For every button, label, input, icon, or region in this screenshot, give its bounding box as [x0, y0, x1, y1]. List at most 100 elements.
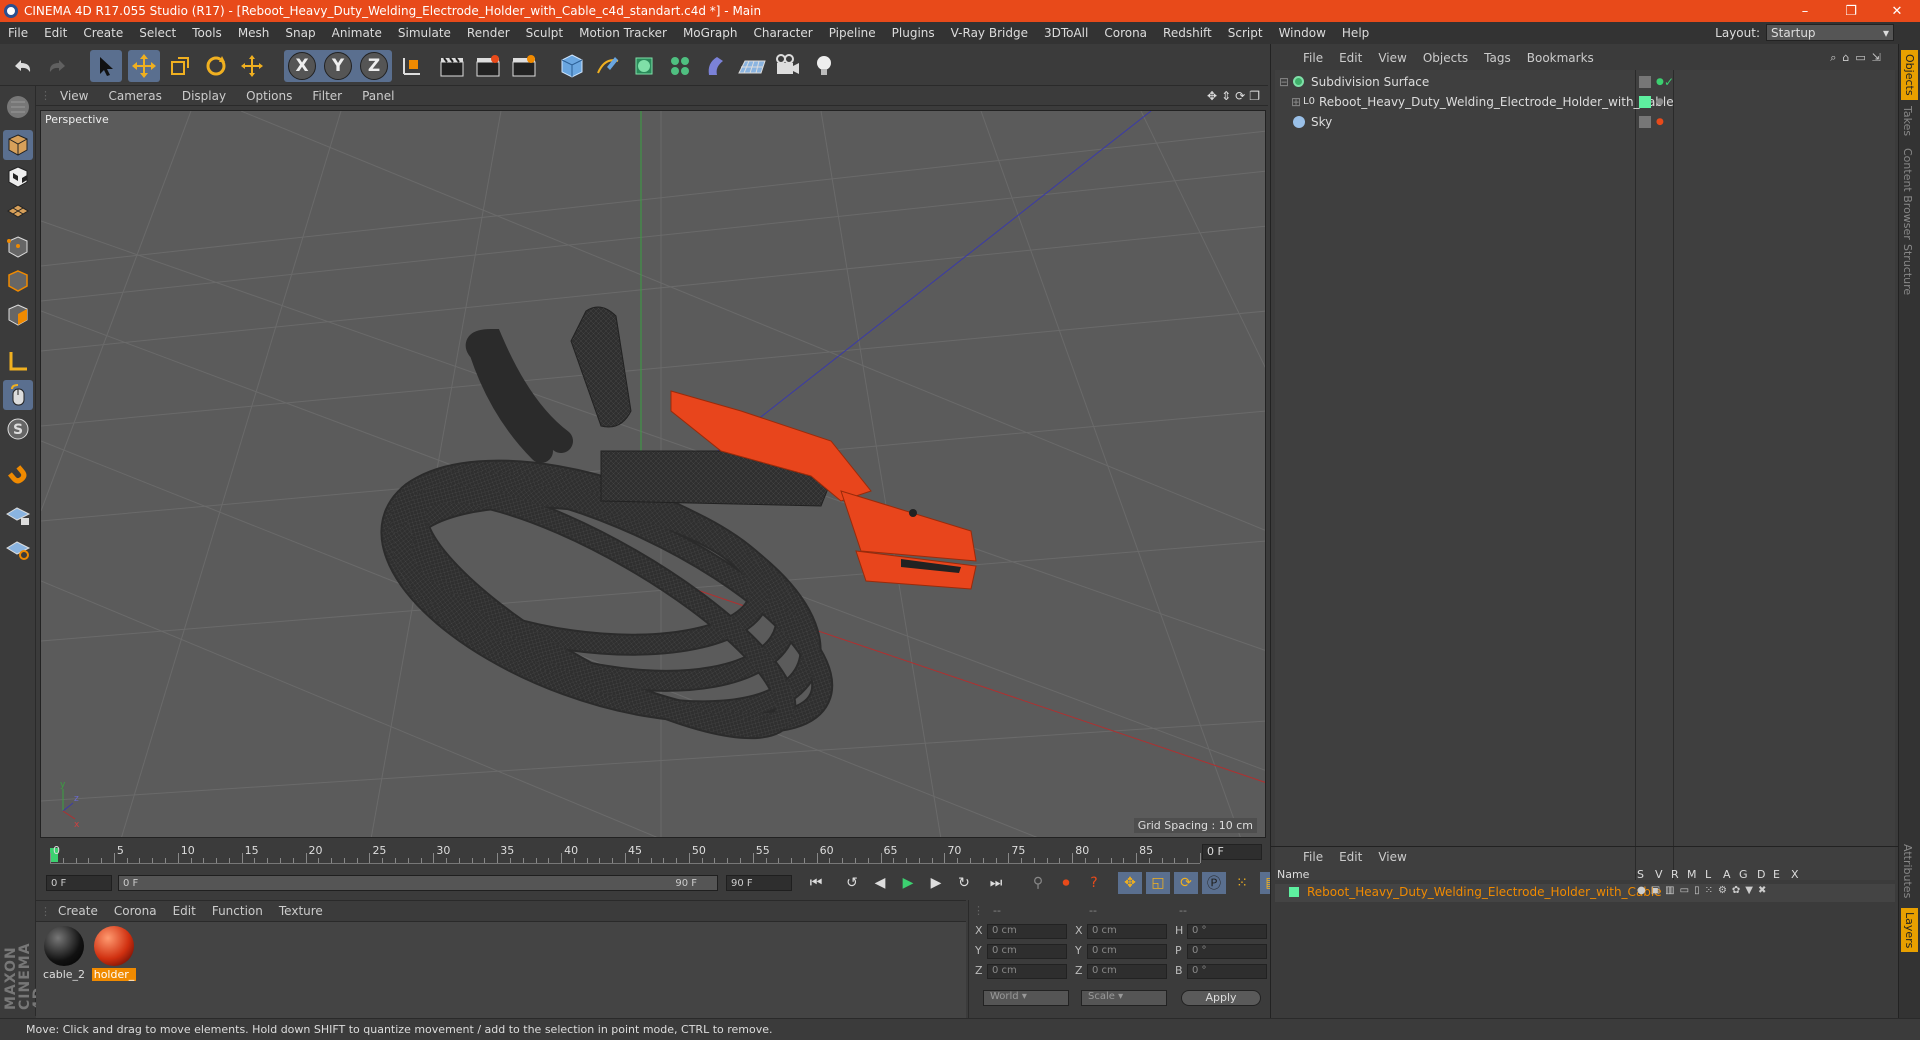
layout-dropdown[interactable]: Startup ▾: [1766, 24, 1894, 41]
magnet-button[interactable]: [3, 460, 33, 490]
recent-tool-button[interactable]: [236, 50, 268, 82]
object-row[interactable]: ⊟ Subdivision Surface ● ✓: [1275, 72, 1895, 91]
visibility-dots-icon[interactable]: ●: [1656, 77, 1664, 87]
menu-motion-tracker[interactable]: Motion Tracker: [571, 26, 675, 40]
viewport-menu-display[interactable]: Display: [172, 89, 236, 103]
menu-simulate[interactable]: Simulate: [390, 26, 459, 40]
menu-corona[interactable]: Corona: [1096, 26, 1155, 40]
menu-plugins[interactable]: Plugins: [884, 26, 943, 40]
y-axis-toggle[interactable]: Y: [324, 52, 352, 80]
size-y-field[interactable]: 0 cm: [1087, 944, 1167, 959]
timeline[interactable]: 051015202530354045505560657075808590 0 F: [36, 840, 1268, 868]
z-axis-toggle[interactable]: Z: [360, 52, 388, 80]
layers-menu-view[interactable]: View: [1370, 850, 1414, 864]
menu-pipeline[interactable]: Pipeline: [821, 26, 884, 40]
menu-mograph[interactable]: MoGraph: [675, 26, 746, 40]
menu-script[interactable]: Script: [1220, 26, 1271, 40]
viewport-menu-panel[interactable]: Panel: [352, 89, 404, 103]
close-button[interactable]: ✕: [1874, 0, 1920, 22]
layers-menu-edit[interactable]: Edit: [1331, 850, 1370, 864]
floor-button[interactable]: [736, 50, 768, 82]
timeline-ruler[interactable]: 051015202530354045505560657075808590: [50, 844, 1217, 864]
pan-view-icon[interactable]: ✥: [1207, 89, 1217, 103]
deformer-button[interactable]: [700, 50, 732, 82]
previous-key-button[interactable]: ↺: [840, 872, 864, 894]
viewport-menu-options[interactable]: Options: [236, 89, 302, 103]
rotation-b-field[interactable]: 0 °: [1187, 964, 1267, 979]
spline-pen-button[interactable]: [592, 50, 624, 82]
tab-layers[interactable]: Layers: [1901, 908, 1918, 953]
coordinate-system-button[interactable]: [396, 50, 428, 82]
layer-color-swatch[interactable]: [1289, 887, 1299, 897]
position-y-field[interactable]: 0 cm: [987, 944, 1067, 959]
locked-workplane-button[interactable]: [3, 500, 33, 530]
texture-mode-button[interactable]: [3, 162, 33, 192]
undo-button[interactable]: [6, 50, 38, 82]
tab-content-browser[interactable]: Content Browser: [1901, 148, 1914, 240]
go-to-end-button[interactable]: ⏭: [984, 872, 1008, 894]
key-rotation-button[interactable]: ⟳: [1174, 872, 1198, 894]
size-z-field[interactable]: 0 cm: [1087, 964, 1167, 979]
tab-objects[interactable]: Objects: [1901, 50, 1918, 100]
tab-structure[interactable]: Structure: [1901, 244, 1914, 295]
menu-redshift[interactable]: Redshift: [1155, 26, 1220, 40]
position-x-field[interactable]: 0 cm: [987, 924, 1067, 939]
visibility-dots-icon[interactable]: ●: [1656, 117, 1664, 127]
maximize-button[interactable]: ❐: [1828, 0, 1874, 22]
menu-3dtoall[interactable]: 3DToAll: [1036, 26, 1096, 40]
render-view-button[interactable]: [436, 50, 468, 82]
objects-menu-bookmarks[interactable]: Bookmarks: [1519, 51, 1602, 65]
size-mode-dropdown[interactable]: Scale ▾: [1081, 990, 1167, 1006]
objects-menu-view[interactable]: View: [1370, 51, 1414, 65]
rotate-tool-button[interactable]: [200, 50, 232, 82]
size-x-field[interactable]: 0 cm: [1087, 924, 1167, 939]
menu-animate[interactable]: Animate: [324, 26, 390, 40]
material-menu-function[interactable]: Function: [204, 904, 271, 918]
tab-attributes[interactable]: Attributes: [1901, 844, 1914, 898]
orbit-view-icon[interactable]: ⟳: [1235, 89, 1245, 103]
object-row[interactable]: Sky ●: [1275, 112, 1895, 131]
menu-edit[interactable]: Edit: [36, 26, 75, 40]
object-manager-icons[interactable]: ⌕⌂▭⇲: [1830, 51, 1887, 65]
material-swatch[interactable]: holder_: [92, 926, 136, 981]
objects-menu-edit[interactable]: Edit: [1331, 51, 1370, 65]
previous-frame-button[interactable]: ◀: [868, 872, 892, 894]
viewport-menu-filter[interactable]: Filter: [302, 89, 352, 103]
menu-vray-bridge[interactable]: V-Ray Bridge: [943, 26, 1036, 40]
cloner-button[interactable]: [664, 50, 696, 82]
points-mode-button[interactable]: [3, 232, 33, 262]
edges-mode-button[interactable]: [3, 266, 33, 296]
perspective-viewport[interactable]: y z x Perspective Grid Spacing : 10 cm: [40, 110, 1266, 838]
apply-button[interactable]: Apply: [1181, 990, 1261, 1006]
make-editable-button[interactable]: [3, 92, 33, 122]
layers-menu-file[interactable]: File: [1295, 850, 1331, 864]
start-frame-field[interactable]: 0 F: [46, 875, 112, 891]
enabled-check-icon[interactable]: ✓: [1664, 75, 1674, 89]
keyframe-selection-button[interactable]: ?: [1082, 872, 1106, 894]
material-swatch[interactable]: cable_2: [42, 926, 86, 981]
render-settings-button[interactable]: [508, 50, 540, 82]
objects-menu-objects[interactable]: Objects: [1415, 51, 1476, 65]
menu-create[interactable]: Create: [75, 26, 131, 40]
rotation-p-field[interactable]: 0 °: [1187, 944, 1267, 959]
toggle-layout-icon[interactable]: ❐: [1249, 89, 1260, 103]
play-button[interactable]: ▶: [896, 872, 920, 894]
camera-button[interactable]: [772, 50, 804, 82]
menu-character[interactable]: Character: [745, 26, 820, 40]
x-axis-toggle[interactable]: X: [288, 52, 316, 80]
model-mode-button[interactable]: [3, 130, 33, 160]
menu-select[interactable]: Select: [131, 26, 184, 40]
key-scale-button[interactable]: ◱: [1146, 872, 1170, 894]
objects-menu-file[interactable]: File: [1295, 51, 1331, 65]
tab-takes[interactable]: Takes: [1901, 106, 1914, 136]
select-tool-button[interactable]: [90, 50, 122, 82]
menu-help[interactable]: Help: [1334, 26, 1377, 40]
viewport-menu-view[interactable]: View: [50, 89, 98, 103]
objects-menu-tags[interactable]: Tags: [1476, 51, 1519, 65]
material-menu-edit[interactable]: Edit: [165, 904, 204, 918]
key-position-button[interactable]: ✥: [1118, 872, 1142, 894]
move-tool-button[interactable]: [128, 50, 160, 82]
tweak-mode-button[interactable]: [3, 380, 33, 410]
collapse-icon[interactable]: ⊟: [1279, 75, 1289, 89]
menu-render[interactable]: Render: [459, 26, 518, 40]
